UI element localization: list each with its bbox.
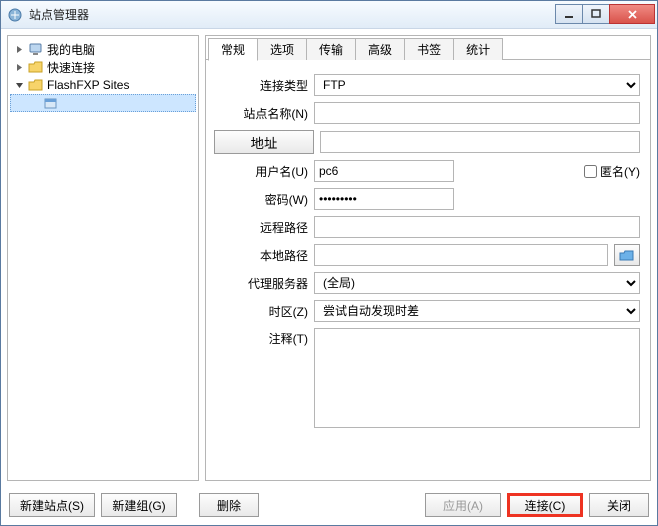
apply-button[interactable]: 应用(A): [425, 493, 501, 517]
tabs-container: 常规 选项 传输 高级 书签 统计 连接类型 FTP: [205, 35, 651, 481]
app-icon: [7, 7, 23, 23]
maximize-button[interactable]: [582, 4, 610, 24]
notes-textarea[interactable]: [314, 328, 640, 428]
tree-item-label: FlashFXP Sites: [47, 78, 129, 92]
anonymous-label: 匿名(Y): [600, 163, 640, 180]
tree-item-flashfxp-sites[interactable]: FlashFXP Sites: [10, 76, 196, 94]
site-icon: [43, 95, 59, 111]
site-tree[interactable]: 我的电脑 快速连接 FlashFXP Sites: [7, 35, 199, 481]
timezone-select[interactable]: 尝试自动发现时差: [314, 300, 640, 322]
expander-icon[interactable]: [14, 62, 25, 73]
remote-path-label: 远程路径: [214, 219, 314, 236]
delete-button[interactable]: 删除: [199, 493, 259, 517]
site-manager-window: 站点管理器 我的电脑 快速连接 FlashFXP Sites: [0, 0, 658, 526]
username-input[interactable]: [314, 160, 454, 182]
password-label: 密码(W): [214, 191, 314, 208]
proxy-select[interactable]: (全局): [314, 272, 640, 294]
folder-open-icon: [28, 77, 44, 93]
tab-advanced[interactable]: 高级: [355, 38, 405, 60]
tree-item-label: 我的电脑: [47, 41, 95, 58]
window-controls: [556, 4, 655, 24]
tabs-bar: 常规 选项 传输 高级 书签 统计: [206, 36, 650, 60]
notes-label: 注释(T): [214, 328, 314, 347]
computer-icon: [28, 41, 44, 57]
proxy-label: 代理服务器: [214, 275, 314, 292]
anonymous-checkbox[interactable]: [584, 165, 597, 178]
address-input[interactable]: [320, 131, 640, 153]
remote-path-input[interactable]: [314, 216, 640, 238]
local-path-input[interactable]: [314, 244, 608, 266]
close-window-button[interactable]: 关闭: [589, 493, 649, 517]
tab-general[interactable]: 常规: [208, 38, 258, 61]
tree-item-label: 快速连接: [47, 59, 95, 76]
conn-type-label: 连接类型: [214, 77, 314, 94]
folder-icon: [619, 249, 635, 262]
tree-item-quickconnect[interactable]: 快速连接: [10, 58, 196, 76]
timezone-label: 时区(Z): [214, 303, 314, 320]
tree-item-site-selected[interactable]: [10, 94, 196, 112]
tab-bookmarks[interactable]: 书签: [404, 38, 454, 60]
local-path-label: 本地路径: [214, 247, 314, 264]
tab-options[interactable]: 选项: [257, 38, 307, 60]
user-label: 用户名(U): [214, 163, 314, 180]
right-panel: 常规 选项 传输 高级 书签 统计 连接类型 FTP: [205, 35, 651, 481]
tab-general-content: 连接类型 FTP 站点名称(N): [206, 60, 650, 480]
anonymous-checkbox-wrap[interactable]: 匿名(Y): [584, 163, 640, 180]
tab-transfer[interactable]: 传输: [306, 38, 356, 60]
tab-stats[interactable]: 统计: [453, 38, 503, 60]
window-body: 我的电脑 快速连接 FlashFXP Sites 常规: [1, 29, 657, 487]
minimize-button[interactable]: [555, 4, 583, 24]
site-name-label: 站点名称(N): [214, 105, 314, 122]
new-site-button[interactable]: 新建站点(S): [9, 493, 95, 517]
password-input[interactable]: [314, 188, 454, 210]
connect-button[interactable]: 连接(C): [507, 493, 583, 517]
footer-buttons: 新建站点(S) 新建组(G) 删除 应用(A) 连接(C) 关闭: [1, 487, 657, 525]
titlebar[interactable]: 站点管理器: [1, 1, 657, 29]
address-button[interactable]: 地址: [214, 130, 314, 154]
tree-item-mycomputer[interactable]: 我的电脑: [10, 40, 196, 58]
browse-local-button[interactable]: [614, 244, 640, 266]
conn-type-select[interactable]: FTP: [314, 74, 640, 96]
folder-icon: [28, 59, 44, 75]
expander-icon[interactable]: [14, 44, 25, 55]
expander-icon[interactable]: [14, 80, 25, 91]
new-group-button[interactable]: 新建组(G): [101, 493, 177, 517]
close-button[interactable]: [609, 4, 655, 24]
window-title: 站点管理器: [29, 6, 556, 23]
site-name-input[interactable]: [314, 102, 640, 124]
